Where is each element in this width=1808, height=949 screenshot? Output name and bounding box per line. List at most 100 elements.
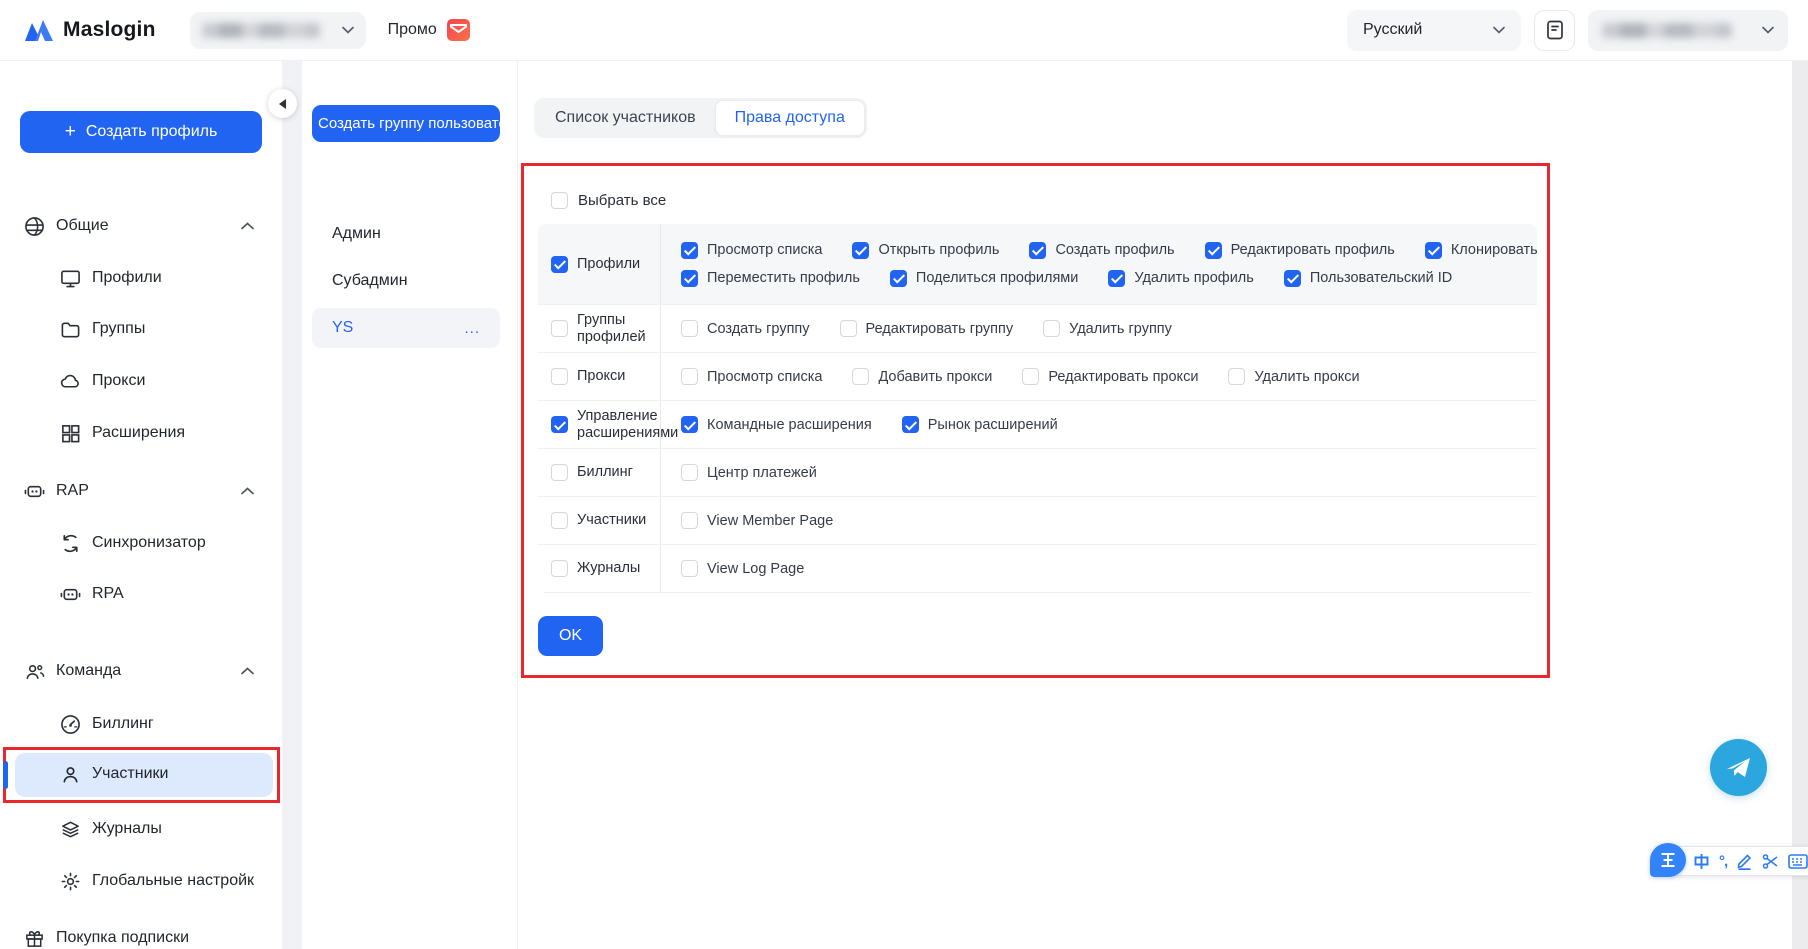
page-scrollbar[interactable] xyxy=(1792,0,1808,949)
sidebar-item-extensions[interactable]: Расширения xyxy=(0,413,282,453)
category-checkbox[interactable] xyxy=(551,464,568,481)
telegram-button[interactable] xyxy=(1710,739,1767,796)
create-user-group-button[interactable]: Создать группу пользовате xyxy=(312,105,500,142)
workspace-selector[interactable] xyxy=(189,11,366,49)
permission-checkbox[interactable] xyxy=(681,560,698,577)
permission-item[interactable]: Редактировать группу xyxy=(839,320,1013,337)
permission-item[interactable]: Создать профиль xyxy=(1029,241,1175,259)
ime-punctuation-icon[interactable]: °, xyxy=(1719,853,1728,870)
sidebar-section-team[interactable]: Команда xyxy=(0,651,282,691)
create-profile-button[interactable]: + Создать профиль xyxy=(20,111,262,153)
layers-icon xyxy=(60,819,81,840)
permission-checkbox[interactable] xyxy=(681,464,698,481)
permission-item[interactable]: View Member Page xyxy=(681,512,833,529)
permission-category[interactable]: Группы профилей xyxy=(538,305,660,352)
sidebar-item-global-settings[interactable]: Глобальные настройк xyxy=(0,861,282,901)
permission-checkbox[interactable] xyxy=(681,368,698,385)
permission-category-label: Прокси xyxy=(577,368,626,385)
permission-category[interactable]: Профили xyxy=(538,224,660,304)
permission-checkbox[interactable] xyxy=(681,241,698,259)
group-item-admin[interactable]: Админ xyxy=(312,214,500,254)
permission-item[interactable]: View Log Page xyxy=(681,560,804,577)
permission-checkbox[interactable] xyxy=(1029,241,1047,259)
group-item-ys[interactable]: YS ... xyxy=(312,308,500,348)
permission-item[interactable]: Создать группу xyxy=(681,320,810,337)
permission-checkbox[interactable] xyxy=(681,269,698,287)
permission-checkbox[interactable] xyxy=(681,320,698,337)
permission-item[interactable]: Рынок расширений xyxy=(901,416,1058,433)
sidebar-item-buy-subscription[interactable]: Покупка подписки xyxy=(0,918,282,949)
permission-item[interactable]: Командные расширения xyxy=(681,416,872,433)
sidebar-item-logs[interactable]: Журналы xyxy=(0,809,282,849)
permission-item[interactable]: Центр платежей xyxy=(681,464,817,481)
sidebar-item-profiles[interactable]: Профили xyxy=(0,258,282,298)
sidebar-item-synchronizer[interactable]: Синхронизатор xyxy=(0,523,282,563)
permission-category[interactable]: Участники xyxy=(538,497,660,544)
permission-item[interactable]: Пользовательский ID xyxy=(1283,269,1452,287)
select-all-checkbox[interactable] xyxy=(551,192,568,209)
permission-item[interactable]: Удалить прокси xyxy=(1228,368,1360,385)
permission-item[interactable]: Просмотр списка xyxy=(681,368,822,385)
permission-checkbox[interactable] xyxy=(1204,241,1222,259)
permission-checkbox[interactable] xyxy=(1228,368,1246,385)
ime-sogou-icon[interactable] xyxy=(1650,843,1686,877)
permission-checkbox[interactable] xyxy=(852,241,870,259)
permission-item[interactable]: Удалить профиль xyxy=(1108,269,1254,287)
permission-item[interactable]: Добавить прокси xyxy=(852,368,992,385)
main-panel: Список участников Права доступа Выбрать … xyxy=(517,61,1792,949)
permission-checkbox[interactable] xyxy=(1043,320,1061,337)
category-checkbox[interactable] xyxy=(551,368,568,385)
permission-item[interactable]: Переместить профиль xyxy=(681,269,860,287)
promo-link[interactable]: Промо xyxy=(388,19,470,41)
permission-item[interactable]: Поделиться профилями xyxy=(889,269,1078,287)
category-checkbox[interactable] xyxy=(551,255,568,273)
group-menu-button[interactable]: ... xyxy=(464,320,480,337)
collapse-sidebar-button[interactable] xyxy=(268,89,297,118)
category-checkbox[interactable] xyxy=(551,416,568,433)
permission-checkbox[interactable] xyxy=(852,368,870,385)
category-checkbox[interactable] xyxy=(551,320,568,337)
account-selector[interactable] xyxy=(1588,9,1788,51)
ok-button[interactable]: OK xyxy=(538,616,603,656)
permission-category[interactable]: Биллинг xyxy=(538,449,660,496)
sidebar-item-groups[interactable]: Группы xyxy=(0,309,282,349)
permission-item-label: Создать группу xyxy=(707,320,810,337)
permission-checkbox[interactable] xyxy=(1283,269,1301,287)
language-selector[interactable]: Русский xyxy=(1347,9,1521,51)
category-checkbox[interactable] xyxy=(551,512,568,529)
select-all-control[interactable]: Выбрать все xyxy=(551,192,666,209)
permission-checkbox[interactable] xyxy=(1022,368,1040,385)
ime-keyboard-icon[interactable] xyxy=(1788,853,1808,869)
permission-checkbox[interactable] xyxy=(681,416,698,433)
permission-checkbox[interactable] xyxy=(889,269,907,287)
permission-item[interactable]: Открыть профиль xyxy=(852,241,999,259)
permission-line: View Member Page xyxy=(681,512,1529,529)
permission-checkbox[interactable] xyxy=(901,416,919,433)
group-item-subadmin[interactable]: Субадмин xyxy=(312,261,500,301)
sidebar-item-proxy[interactable]: Прокси xyxy=(0,361,282,401)
permission-item[interactable]: Просмотр списка xyxy=(681,241,822,259)
permission-checkbox[interactable] xyxy=(1424,241,1442,259)
permission-item[interactable]: Редактировать прокси xyxy=(1022,368,1198,385)
ime-handwriting-icon[interactable] xyxy=(1736,853,1753,870)
tab-access-rights[interactable]: Права доступа xyxy=(714,100,865,136)
permission-item[interactable]: Редактировать профиль xyxy=(1204,241,1395,259)
permission-category[interactable]: Журналы xyxy=(538,545,660,592)
ime-chinese-mode-icon[interactable] xyxy=(1693,853,1710,870)
sidebar-section-rap[interactable]: RAP xyxy=(0,471,282,511)
docs-button[interactable] xyxy=(1534,9,1575,51)
permission-item[interactable]: Клонировать профиль xyxy=(1424,241,1537,259)
permission-item[interactable]: Удалить группу xyxy=(1043,320,1172,337)
permission-checkbox[interactable] xyxy=(1108,269,1126,287)
permission-category[interactable]: Прокси xyxy=(538,353,660,400)
sidebar-item-billing[interactable]: Биллинг xyxy=(0,704,282,744)
permission-checkbox[interactable] xyxy=(839,320,857,337)
sidebar-section-general[interactable]: Общие xyxy=(0,206,282,246)
ime-scissors-icon[interactable] xyxy=(1762,853,1779,870)
permission-checkbox[interactable] xyxy=(681,512,698,529)
category-checkbox[interactable] xyxy=(551,560,568,577)
permission-category[interactable]: Управление расширениями xyxy=(538,401,678,448)
sidebar-item-rpa[interactable]: RPA xyxy=(0,574,282,614)
tab-members-list[interactable]: Список участников xyxy=(536,100,715,136)
sidebar-item-members[interactable]: Участники xyxy=(0,754,282,794)
